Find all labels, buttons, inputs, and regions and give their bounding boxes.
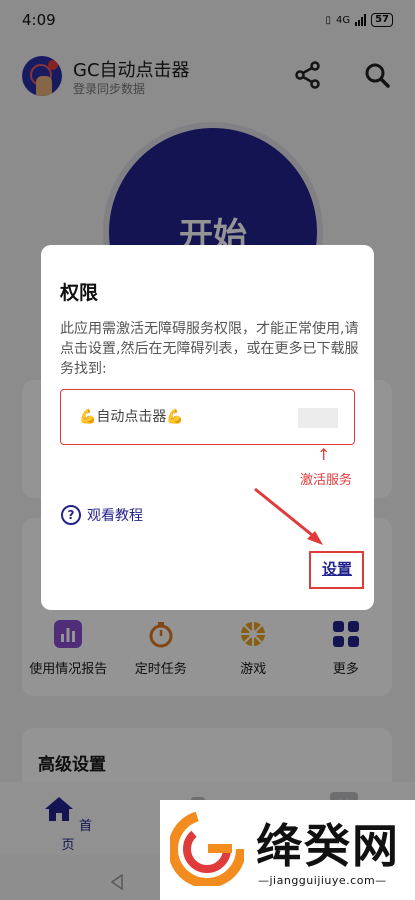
help-icon: ?: [61, 505, 81, 525]
service-name: 💪自动点击器💪: [79, 409, 184, 425]
service-highlight-box: 💪自动点击器💪: [60, 389, 355, 445]
tutorial-label: 观看教程: [87, 508, 143, 524]
toggle-placeholder: [298, 408, 338, 428]
permission-dialog: 权限 此应用需激活无障碍服务权限，才能正常使用,请点击设置,然后在无障碍列表，或…: [41, 245, 374, 610]
dialog-title: 权限: [60, 282, 99, 304]
watch-tutorial-link[interactable]: ? 观看教程: [61, 505, 143, 525]
watermark-logo: [170, 812, 244, 886]
settings-button[interactable]: 设置: [322, 558, 352, 579]
watermark: 绛癸网 —jiangguijiuye.com—: [160, 800, 415, 900]
red-arrow-annotation: [254, 487, 323, 545]
watermark-url: —jiangguijiuye.com—: [258, 874, 387, 887]
watermark-name: 绛癸网: [256, 819, 400, 873]
arrow-up-icon: ↑: [317, 445, 331, 464]
dialog-message: 此应用需激活无障碍服务权限，才能正常使用,请点击设置,然后在无障碍列表，或在更多…: [60, 321, 359, 377]
